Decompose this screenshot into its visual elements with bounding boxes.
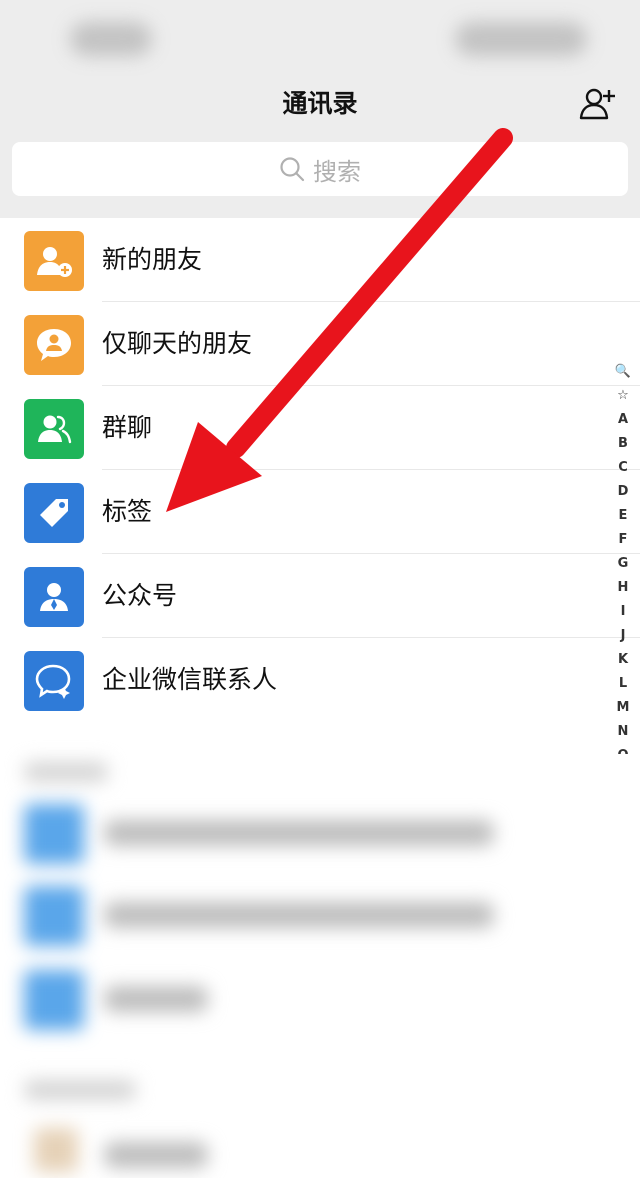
alphabet-index-bar[interactable]: 🔍 ☆ A B C D E F G H I J K L M N O [614, 360, 632, 754]
add-contact-button[interactable] [578, 84, 618, 124]
icon-tile [24, 567, 84, 627]
blurred-name [104, 1142, 208, 1168]
work-contact-icon [35, 664, 71, 699]
status-bar-icons-blurred [455, 22, 587, 56]
blurred-name [104, 820, 494, 846]
index-letter[interactable]: 🔍 [614, 360, 632, 384]
index-letter[interactable]: B [614, 432, 632, 456]
menu-item-label: 新的朋友 [102, 245, 203, 274]
menu-item-new-friends[interactable]: 新的朋友 [0, 218, 640, 302]
blurred-avatar [24, 804, 84, 864]
search-placeholder: 搜索 [313, 157, 361, 186]
page-title: 通讯录 [282, 89, 358, 118]
menu-item-label: 标签 [102, 497, 153, 526]
icon-tile [24, 315, 84, 375]
group-chat-icon [38, 415, 72, 444]
menu-item-tags[interactable]: 标签 [0, 470, 640, 554]
index-letter[interactable]: K [614, 648, 632, 672]
new-friend-icon [37, 247, 72, 277]
blurred-section-header [24, 1080, 136, 1100]
icon-tile [24, 483, 84, 543]
icon-tile [24, 651, 84, 711]
index-letter[interactable]: J [614, 624, 632, 648]
blurred-name [104, 986, 208, 1012]
menu-item-label: 企业微信联系人 [102, 665, 278, 694]
index-letter[interactable]: H [614, 576, 632, 600]
index-letter[interactable]: I [614, 600, 632, 624]
blurred-avatar [34, 1128, 78, 1172]
blurred-section-header [24, 762, 108, 782]
menu-item-group-chats[interactable]: 群聊 [0, 386, 640, 470]
index-letter[interactable]: G [614, 552, 632, 576]
official-account-icon [40, 583, 68, 611]
index-letter[interactable]: L [614, 672, 632, 696]
index-letter[interactable]: F [614, 528, 632, 552]
menu-item-official-accounts[interactable]: 公众号 [0, 554, 640, 638]
blurred-avatar [24, 886, 84, 946]
chat-only-friend-icon [37, 329, 71, 361]
index-letter[interactable]: C [614, 456, 632, 480]
menu-item-label: 仅聊天的朋友 [102, 329, 253, 358]
blurred-name [104, 902, 494, 928]
icon-tile [24, 231, 84, 291]
blurred-avatar [24, 970, 84, 1030]
top-area: 通讯录 搜索 [0, 0, 640, 218]
index-letter[interactable]: M [614, 696, 632, 720]
index-letter[interactable]: E [614, 504, 632, 528]
menu-item-work-contacts[interactable]: 企业微信联系人 [0, 638, 640, 722]
status-bar-time-blurred [70, 22, 152, 56]
index-letter[interactable]: D [614, 480, 632, 504]
search-icon [280, 157, 305, 182]
blurred-contacts [0, 740, 640, 1178]
index-letter[interactable]: A [614, 408, 632, 432]
menu-item-chat-only-friends[interactable]: 仅聊天的朋友 [0, 302, 640, 386]
tag-icon [40, 499, 68, 527]
search-input[interactable]: 搜索 [12, 142, 628, 196]
contact-function-list: 新的朋友 仅聊天的朋友 群聊 标签 公众号 企业微信联系人 [0, 218, 640, 722]
menu-item-label: 公众号 [102, 581, 178, 610]
menu-item-label: 群聊 [102, 413, 153, 442]
icon-tile [24, 399, 84, 459]
add-contact-icon [579, 88, 615, 120]
index-letter[interactable]: ☆ [614, 384, 632, 408]
